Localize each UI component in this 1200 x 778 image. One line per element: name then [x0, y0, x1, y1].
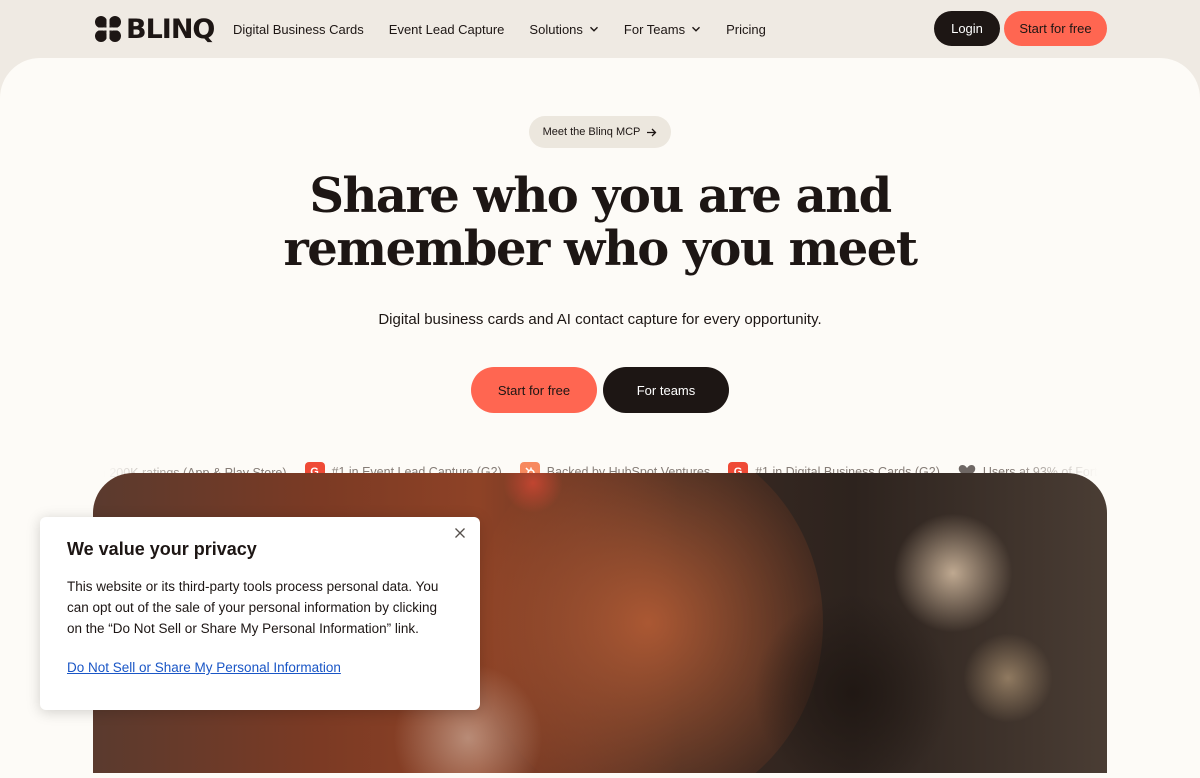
close-icon[interactable] — [454, 527, 466, 539]
image-blur-shape — [893, 513, 1013, 633]
hero-subhead: Digital business cards and AI contact ca… — [378, 311, 822, 328]
hero-headline: Share who you are and remember who you m… — [0, 170, 1200, 276]
chevron-down-icon — [692, 26, 701, 32]
do-not-sell-link[interactable]: Do Not Sell or Share My Personal Informa… — [67, 660, 341, 675]
nav-item-label: For Teams — [623, 21, 686, 37]
privacy-dialog-title: We value your privacy — [67, 539, 257, 559]
nav-item-label: Pricing — [726, 21, 766, 37]
pill-label: Meet the Blinq MCP — [542, 126, 641, 138]
chevron-down-icon — [589, 26, 598, 32]
nav-item-pricing[interactable]: Pricing — [726, 22, 766, 37]
main-nav: Digital Business Cards Event Lead Captur… — [233, 0, 766, 58]
top-nav-bar: BLINQ Digital Business Cards Event Lead … — [0, 0, 1200, 58]
image-blur-shape — [963, 633, 1053, 723]
nav-item-for-teams[interactable]: For Teams — [624, 22, 701, 37]
headline-line-2: remember who you meet — [283, 221, 918, 277]
headline-line-1: Share who you are and — [309, 168, 892, 224]
login-button[interactable]: Login — [934, 11, 1000, 46]
privacy-dialog: We value your privacy This website or it… — [40, 517, 480, 710]
meet-blinq-mcp-pill[interactable]: Meet the Blinq MCP — [529, 116, 671, 148]
nav-item-label: Digital Business Cards — [233, 21, 364, 37]
blinq-logo[interactable]: BLINQ — [93, 13, 215, 45]
nav-item-label: Event Lead Capture — [388, 21, 505, 37]
blinq-logo-mark-icon — [93, 15, 123, 43]
start-for-free-nav-button[interactable]: Start for free — [1004, 11, 1107, 46]
nav-item-digital-business-cards[interactable]: Digital Business Cards — [233, 22, 364, 37]
nav-item-event-lead-capture[interactable]: Event Lead Capture — [389, 22, 505, 37]
arrow-right-icon — [647, 128, 657, 136]
nav-item-solutions[interactable]: Solutions — [529, 22, 598, 37]
blinq-logo-text: BLINQ — [126, 13, 215, 45]
start-for-free-hero-button[interactable]: Start for free — [471, 367, 597, 413]
privacy-dialog-body: This website or its third-party tools pr… — [67, 579, 439, 636]
for-teams-button[interactable]: For teams — [603, 367, 729, 413]
nav-item-label: Solutions — [529, 21, 583, 37]
